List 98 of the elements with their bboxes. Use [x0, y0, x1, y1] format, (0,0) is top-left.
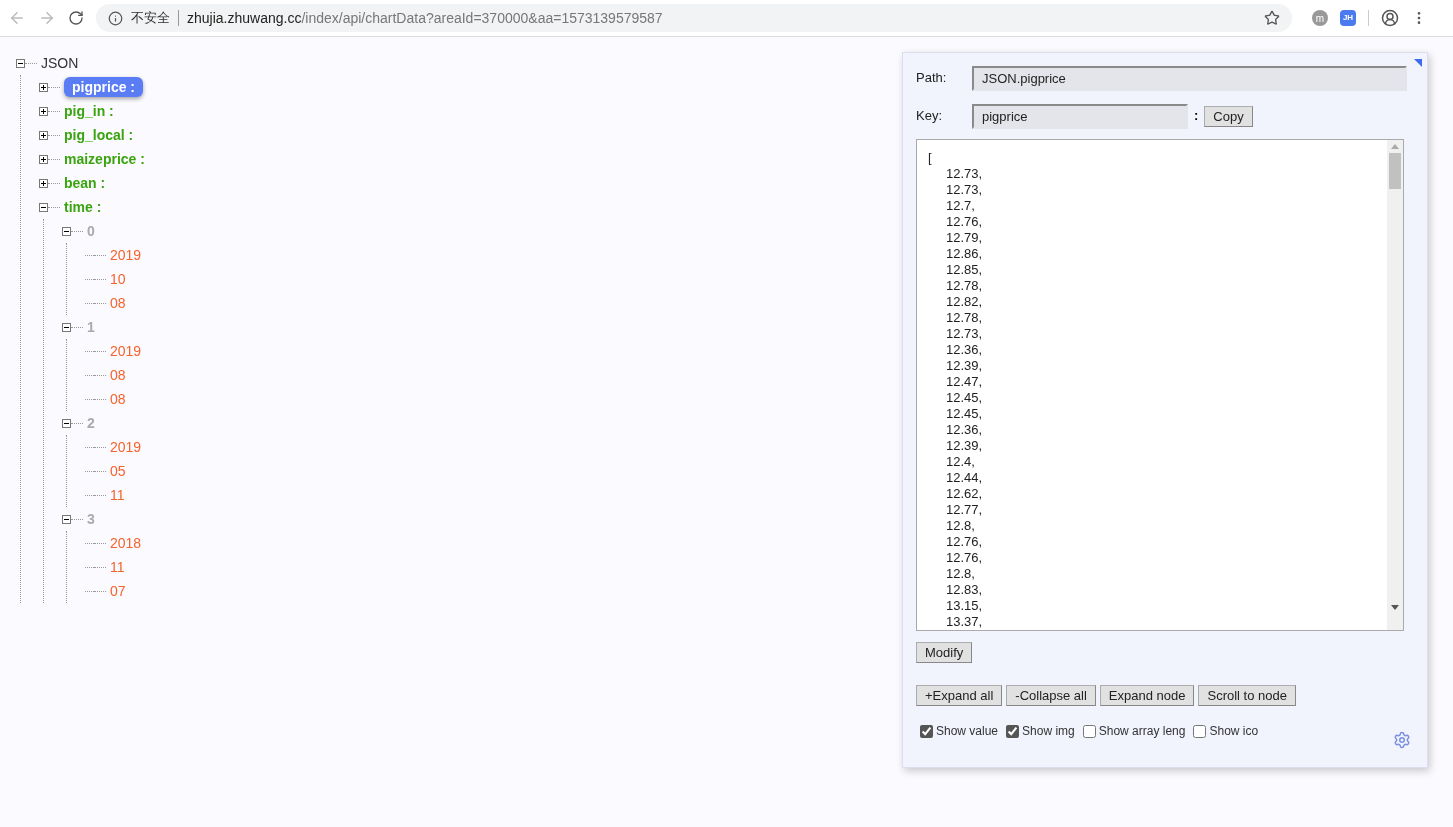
value-line: 12.8, [945, 566, 976, 582]
value-line: 12.76, [945, 550, 984, 566]
toolbar-button[interactable]: Expand node [1099, 685, 1195, 706]
corner-marker-icon [1414, 59, 1422, 67]
value-line: 12.36, [945, 422, 984, 438]
tree-node-label[interactable]: 2018 [110, 533, 142, 553]
value-line: 12.76, [945, 214, 984, 230]
key-label: Key: [916, 107, 943, 126]
path-field[interactable]: JSON.pigprice [972, 65, 1407, 91]
collapse-toggle-icon[interactable] [62, 322, 71, 332]
tree-node-label[interactable]: 2019 [110, 341, 142, 361]
expand-toggle-icon[interactable] [39, 130, 48, 140]
value-line: 12.39, [945, 358, 984, 374]
tree-node-label[interactable]: 3 [87, 509, 95, 529]
separator-colon: : [1194, 107, 1199, 126]
tree-node-label[interactable]: 08 [110, 389, 126, 409]
value-line: 12.45, [945, 390, 984, 406]
tree-node-label[interactable]: 10 [110, 269, 126, 289]
address-bar[interactable]: 不安全 zhujia.zhuwang.cc/index/api/chartData?areaId=370000&aa=1573139579587 [96, 4, 1292, 32]
option-label: Show value [936, 723, 999, 740]
tree-node-label[interactable]: 08 [110, 365, 126, 385]
copy-button[interactable]: Copy [1204, 105, 1253, 127]
settings-icon[interactable] [1393, 731, 1411, 749]
extension-icon[interactable]: m [1312, 10, 1328, 26]
option-checkbox[interactable] [920, 724, 933, 738]
tree-node-label[interactable]: 1 [87, 317, 95, 337]
collapse-toggle-icon[interactable] [16, 58, 25, 68]
key-field[interactable]: pigprice [972, 103, 1188, 129]
info-icon[interactable] [108, 10, 123, 26]
path-label: Path: [916, 69, 948, 88]
scrollbar[interactable] [1387, 140, 1403, 630]
value-line: 12.62, [945, 486, 984, 502]
tree-node-label[interactable]: 07 [110, 581, 126, 601]
tree-node-label[interactable]: 11 [110, 557, 125, 577]
collapse-toggle-icon[interactable] [62, 226, 71, 236]
tree-node-label[interactable]: 2019 [110, 437, 142, 457]
collapse-toggle-icon[interactable] [39, 202, 48, 212]
value-line: 12.44, [945, 470, 984, 486]
security-label: 不安全 [131, 9, 170, 28]
option-label: Show img [1022, 723, 1075, 740]
option-checkbox[interactable] [1193, 724, 1207, 738]
value-line: 12.39, [945, 438, 984, 454]
scrollbar-thumb[interactable] [1389, 153, 1401, 189]
option-checkbox[interactable] [1082, 724, 1096, 738]
value-line: 12.47, [945, 374, 984, 390]
tree-node-label[interactable]: 2019 [110, 245, 142, 265]
tree-node-label[interactable]: 08 [110, 293, 126, 313]
value-line: 13.15, [945, 598, 984, 614]
option-checkbox[interactable] [1006, 724, 1020, 738]
expand-toggle-icon[interactable] [39, 154, 48, 164]
value-line: 12.82, [945, 294, 984, 310]
value-line: 12.45, [945, 406, 984, 422]
value-line: 12.86, [945, 246, 984, 262]
option-label: Show array leng [1098, 723, 1186, 740]
tree-node-label[interactable]: pig_in : [64, 101, 114, 121]
value-line: 12.78, [945, 278, 984, 294]
tree-node-label[interactable]: 05 [110, 461, 126, 481]
value-line: 12.79, [945, 230, 984, 246]
value-line: 12.4, [945, 454, 976, 470]
modify-button[interactable]: Modify [916, 642, 973, 663]
tree-node-label[interactable]: 2 [87, 413, 95, 433]
value-line: 12.85, [945, 262, 984, 278]
expand-toggle-icon[interactable] [39, 178, 48, 188]
value-line: [ [928, 150, 933, 166]
value-line: 12.78, [945, 310, 984, 326]
value-line: 12.8, [945, 518, 976, 534]
tree-node-label[interactable]: pig_local : [64, 125, 134, 145]
value-line: 12.76, [945, 534, 984, 550]
collapse-toggle-icon[interactable] [62, 514, 71, 524]
extension-icon[interactable]: JH [1340, 10, 1356, 26]
value-line: 12.83, [945, 582, 984, 598]
value-line: 12.73, [945, 166, 984, 182]
toolbar-button[interactable]: -Collapse all [1006, 685, 1096, 706]
toolbar-button[interactable]: Scroll to node [1198, 685, 1296, 706]
tree-node-label[interactable]: maizeprice : [64, 149, 145, 169]
profile-icon[interactable] [1381, 9, 1399, 27]
option-label: Show ico [1209, 723, 1259, 740]
bookmark-star-icon[interactable] [1264, 10, 1280, 26]
tree-node-label[interactable]: time : [64, 197, 102, 217]
value-line: 13.37, [945, 614, 984, 630]
tree-node-label[interactable]: JSON [41, 53, 79, 73]
expand-toggle-icon[interactable] [39, 82, 48, 92]
value-line: 12.36, [945, 342, 984, 358]
value-line: 12.73, [945, 326, 984, 342]
value-textarea[interactable]: [ 12.73, 12.73, 12.7, 12.76, 12.79, 12.86, 12.85, 12.78, 12.82, 12.78, 12.73, 12.36, 12.39, 12.47, 12.45, 12.45, 12.36, 12.39, 12.4, 12.44, 12.62, 12.77, 12.8, 12.76, 12.76, 12.8, 12.83, 13.15, 13.37, [916, 139, 1404, 631]
tree-node-label[interactable]: 11 [110, 485, 125, 505]
reload-icon[interactable] [68, 10, 84, 26]
tree-node-label[interactable]: bean : [64, 173, 106, 193]
collapse-toggle-icon[interactable] [62, 418, 71, 428]
expand-toggle-icon[interactable] [39, 106, 48, 116]
tree-node-label[interactable]: pigprice : [64, 77, 143, 97]
value-line: 12.73, [945, 182, 984, 198]
url-text: zhujia.zhuwang.cc/index/api/chartData?areaId=370000&aa=1573139579587 [187, 8, 663, 28]
toolbar-button[interactable]: +Expand all [916, 685, 1003, 706]
tree-node-label[interactable]: 0 [87, 221, 95, 241]
value-line: 12.77, [945, 502, 984, 518]
scroll-down-arrow-icon[interactable] [1391, 605, 1399, 610]
value-line: 12.7, [945, 198, 976, 214]
